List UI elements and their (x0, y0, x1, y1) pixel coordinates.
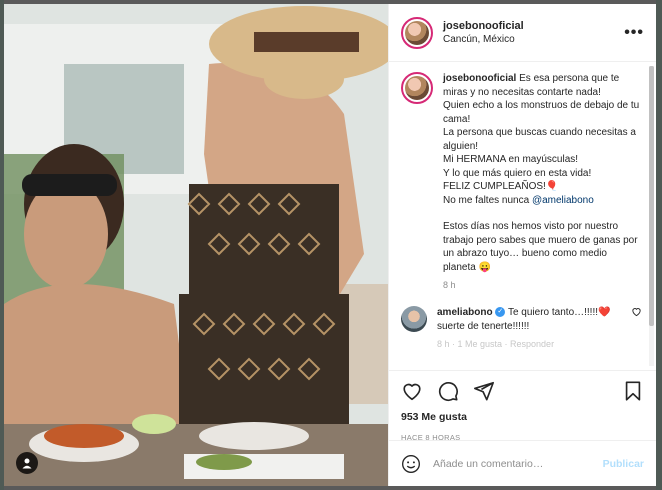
caption-gap (443, 207, 642, 220)
reply-text: ameliabono ✓ Te quiero tanto…!!!!!❤️suer… (437, 306, 642, 333)
author-username[interactable]: josebonooficial (443, 20, 624, 32)
like-heart-icon[interactable] (401, 380, 423, 402)
caption-line-5: Y lo que más quiero en esta vida! (443, 167, 592, 179)
caption-paragraph-2: Estos días nos hemos visto por nuestro t… (443, 221, 638, 273)
comment-input[interactable] (433, 457, 603, 470)
author-avatar[interactable] (401, 16, 433, 49)
post-modal: josebonooficial Cancún, México ••• joseb… (4, 4, 656, 486)
mention-link[interactable]: @ameliabono (532, 195, 594, 206)
reply-username[interactable]: ameliabono (437, 307, 493, 318)
post-header: josebonooficial Cancún, México ••• (389, 4, 656, 62)
photo-scene (4, 4, 388, 486)
caption-line-3: La persona que buscas cuando necesitas a… (443, 127, 636, 152)
post-location[interactable]: Cancún, México (443, 34, 624, 45)
post-photo[interactable] (4, 4, 388, 486)
caption-line-2: Quien echo a los monstruos de debajo de … (443, 100, 640, 125)
action-icons (401, 379, 644, 403)
caption-line-7: No me faltes nunca @ameliabono (443, 194, 642, 208)
reply-avatar[interactable] (401, 306, 427, 332)
caption-line-4: Mi HERMANA en mayúsculas! (443, 154, 579, 165)
publish-button[interactable]: Publicar (603, 458, 644, 470)
author-info: josebonooficial Cancún, México (443, 20, 624, 45)
reply-comment: ameliabono ✓ Te quiero tanto…!!!!!❤️suer… (401, 306, 642, 333)
caption-username[interactable]: josebonooficial (443, 73, 516, 84)
comments-area: josebonooficial Es esa persona que te mi… (389, 62, 656, 370)
caption-avatar[interactable] (401, 72, 433, 104)
more-options-button[interactable]: ••• (624, 24, 644, 42)
caption-line-7-text: No me faltes nunca (443, 194, 532, 206)
verified-badge-icon: ✓ (495, 307, 506, 318)
add-comment-bar: Publicar (389, 440, 656, 486)
scrollbar-thumb[interactable] (649, 66, 654, 326)
caption-text: josebonooficial Es esa persona que te mi… (443, 72, 642, 274)
caption-timestamp[interactable]: 8 h (443, 280, 642, 290)
comment-bubble-icon[interactable] (437, 380, 459, 402)
user-tag-icon[interactable] (16, 452, 38, 474)
person-icon (22, 458, 32, 469)
post-side-panel: josebonooficial Cancún, México ••• joseb… (388, 4, 656, 486)
caption-line-6: FELIZ CUMPLEAÑOS!🎈 (443, 181, 559, 192)
likes-count[interactable]: 953 Me gusta (401, 411, 644, 423)
save-bookmark-icon[interactable] (622, 380, 644, 402)
caption-comment: josebonooficial Es esa persona que te mi… (401, 72, 642, 274)
like-comment-heart-icon[interactable] (631, 306, 642, 320)
reply-meta-partial: 8 h · 1 Me gusta · Responder (437, 339, 555, 349)
emoji-smiley-icon[interactable] (401, 454, 421, 474)
backdrop-right (656, 0, 662, 490)
share-paper-plane-icon[interactable] (473, 380, 495, 402)
